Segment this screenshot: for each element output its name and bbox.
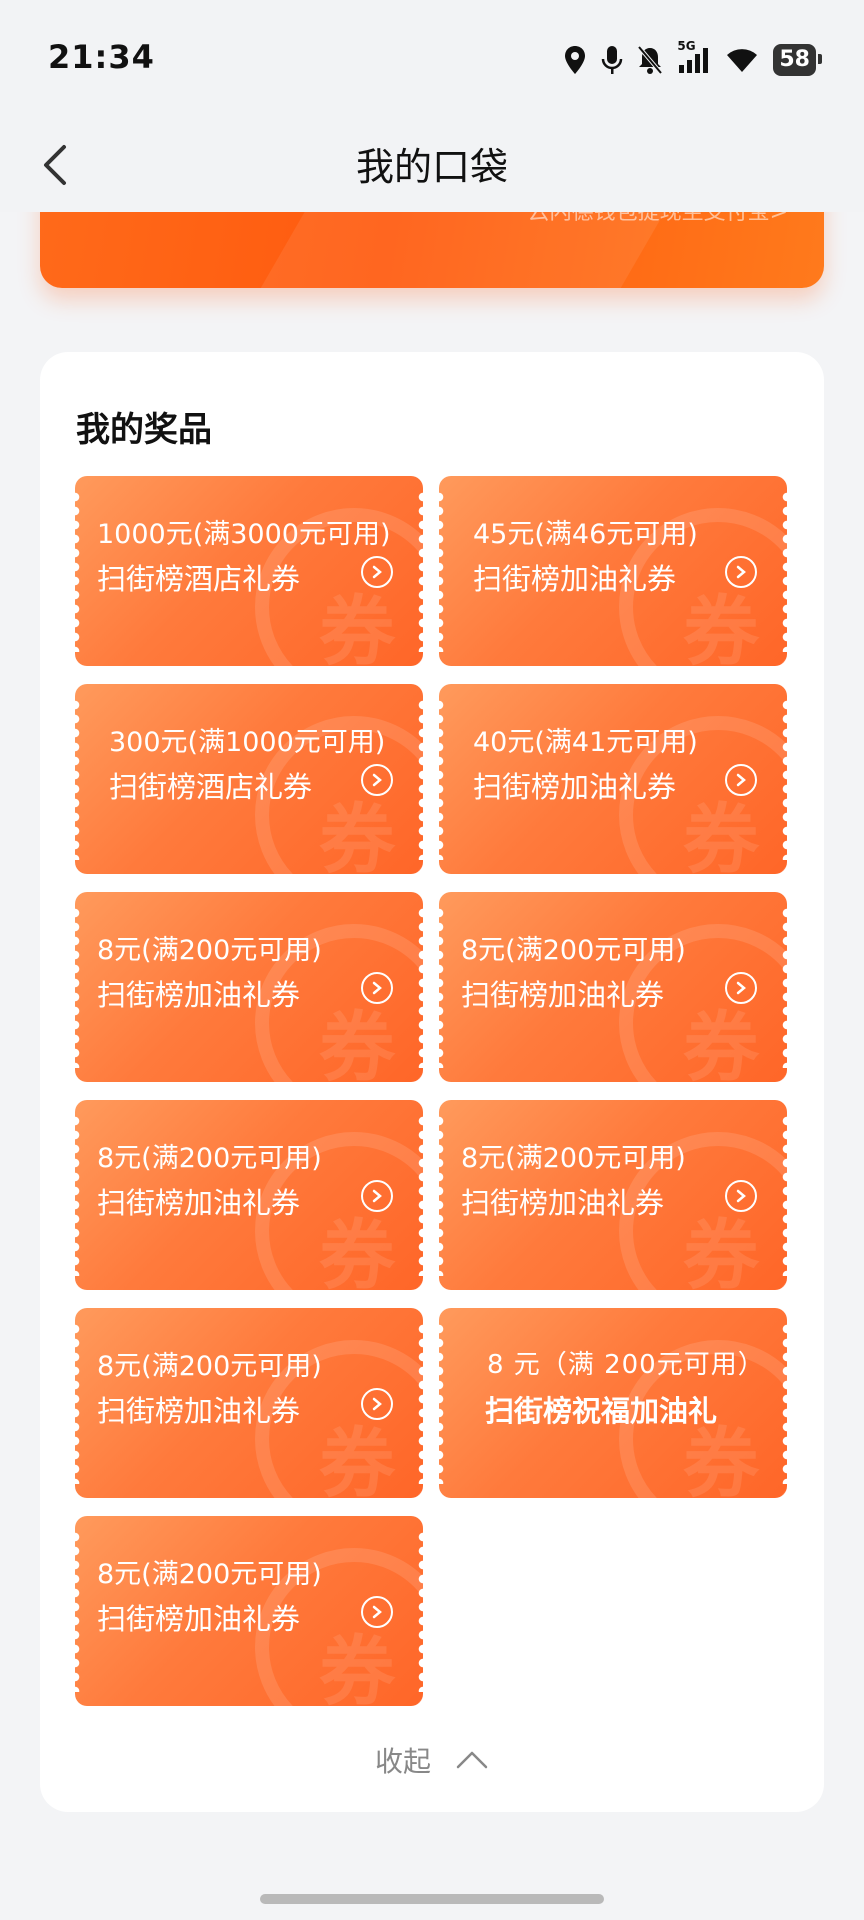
prize-card: 我的奖品 券 1000元(满3000元可用) 扫街榜酒店礼券 券 45元(满46… [40, 352, 824, 1812]
status-icons: 5G 58 [563, 39, 822, 80]
chevron-right-circle-icon[interactable] [361, 972, 393, 1004]
coupon-card[interactable]: 券 45元(满46元可用) 扫街榜加油礼券 [439, 476, 787, 666]
coupon-name: 扫街榜加油礼券 [461, 1186, 665, 1220]
wifi-icon [727, 49, 758, 72]
coupon-card[interactable]: 券 300元(满1000元可用) 扫街榜酒店礼券 [75, 684, 423, 874]
coupon-name: 扫街榜加油礼券 [97, 1394, 301, 1428]
chevron-right-circle-icon[interactable] [361, 556, 393, 588]
collapse-button[interactable]: 收起 [40, 1740, 824, 1780]
coupon-name: 扫街榜加油礼券 [461, 978, 665, 1012]
coupon-card[interactable]: 券 40元(满41元可用) 扫街榜加油礼券 [439, 684, 787, 874]
coupon-amount: 8元(满200元可用) [97, 935, 322, 966]
coupon-amount: 300元(满1000元可用) [109, 727, 386, 758]
chevron-right-circle-icon[interactable] [725, 972, 757, 1004]
coupon-card[interactable]: 券 8元(满200元可用) 扫街榜加油礼券 [439, 1100, 787, 1290]
coupon-name: 扫街榜酒店礼券 [109, 770, 313, 804]
coupon-card[interactable]: 券 8元(满200元可用) 扫街榜加油礼券 [439, 892, 787, 1082]
status-time: 21:34 [48, 38, 155, 76]
section-title: 我的奖品 [76, 410, 212, 450]
coupon-amount: 8元(满200元可用) [461, 1143, 686, 1174]
coupon-name: 扫街榜加油礼券 [97, 1186, 301, 1220]
chevron-right-circle-icon[interactable] [361, 764, 393, 796]
page-title: 我的口袋 [355, 145, 508, 189]
home-indicator[interactable] [260, 1894, 604, 1904]
chevron-right-circle-icon[interactable] [361, 1388, 393, 1420]
battery-level: 58 [779, 47, 810, 72]
chevron-right-circle-icon[interactable] [725, 1180, 757, 1212]
coupon-name: 扫街榜加油礼券 [97, 978, 301, 1012]
coupon-card[interactable]: 券 8元(满200元可用) 扫街榜加油礼券 [75, 1516, 423, 1706]
coupon-amount: 45元(满46元可用) [473, 519, 698, 550]
battery-icon: 58 [773, 44, 822, 76]
signal-icon: 5G [677, 39, 711, 75]
coupon-card[interactable]: 券 8元(满200元可用) 扫街榜加油礼券 [75, 892, 423, 1082]
coupon-amount: 8 元（满 200元可用） [487, 1350, 765, 1380]
collapse-label: 收起 [374, 1745, 431, 1778]
coupon-card[interactable]: 券 8 元（满 200元可用） 扫街榜祝福加油礼 [439, 1308, 787, 1498]
microphone-icon [602, 46, 623, 74]
coupon-amount: 8元(满200元可用) [97, 1143, 322, 1174]
chevron-right-circle-icon[interactable] [725, 556, 757, 588]
coupon-name: 扫街榜酒店礼券 [97, 562, 301, 596]
coupon-name: 扫街榜加油礼券 [97, 1602, 301, 1636]
nav-bar: 我的口袋 [0, 118, 864, 212]
mute-bell-icon [637, 45, 663, 75]
location-icon [565, 46, 586, 74]
coupon-name: 扫街榜祝福加油礼 [485, 1394, 718, 1428]
coupon-card[interactable]: 券 8元(满200元可用) 扫街榜加油礼券 [75, 1308, 423, 1498]
coupon-card[interactable]: 券 8元(满200元可用) 扫街榜加油礼券 [75, 1100, 423, 1290]
coupon-amount: 8元(满200元可用) [97, 1559, 322, 1590]
chevron-right-circle-icon[interactable] [725, 764, 757, 796]
coupon-name: 扫街榜加油礼券 [473, 562, 677, 596]
chevron-up-icon [456, 1751, 488, 1769]
coupon-amount: 40元(满41元可用) [473, 727, 698, 758]
chevron-right-circle-icon[interactable] [361, 1596, 393, 1628]
coupon-name: 扫街榜加油礼券 [473, 770, 677, 804]
status-bar: 21:34 5G 58 [0, 0, 864, 118]
chevron-right-circle-icon[interactable] [361, 1180, 393, 1212]
coupon-amount: 8元(满200元可用) [97, 1351, 322, 1382]
coupon-amount: 8元(满200元可用) [461, 935, 686, 966]
coupon-amount: 1000元(满3000元可用) [97, 519, 391, 550]
coupon-card[interactable]: 券 1000元(满3000元可用) 扫街榜酒店礼券 [75, 476, 423, 666]
